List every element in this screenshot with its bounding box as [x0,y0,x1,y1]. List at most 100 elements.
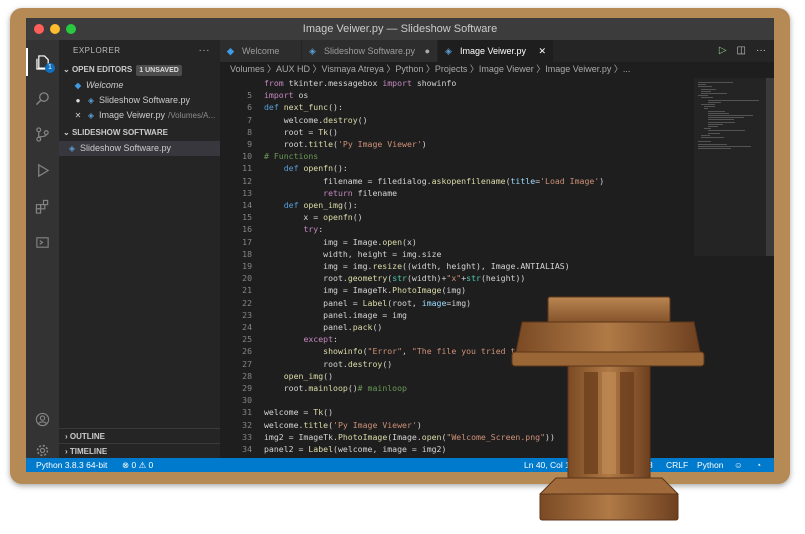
code-line[interactable]: try: [264,224,323,234]
code-line[interactable]: panel.pack() [264,322,382,332]
tab-label: Slideshow Software.py [324,46,416,56]
account-icon[interactable] [26,405,59,433]
code-line[interactable]: welcome.destroy() [264,115,368,125]
code-line[interactable]: from tkinter.messagebox import showinfo [264,78,456,88]
code-line[interactable]: # Functions [264,151,318,161]
code-line[interactable]: panel = Label(root, image=img) [264,298,471,308]
code-line[interactable]: def next_func(): [264,102,343,112]
minimize-window-button[interactable] [50,24,60,34]
minimap-line [707,130,746,132]
minimap-line [707,101,722,103]
vertical-scrollbar[interactable] [766,78,774,256]
tab-label: Welcome [242,46,280,56]
minimap-line [701,97,713,99]
extensions-icon[interactable] [26,192,59,220]
code-line[interactable]: width, height = img.size [264,249,441,259]
explorer-icon[interactable]: 1 [26,48,59,76]
window-title: Image Veiwer.py — Slideshow Software [302,23,498,35]
breadcrumb[interactable]: Volumes 〉AUX HD 〉Vismaya Atreya 〉Python … [220,62,774,76]
encoding-indicator[interactable]: 8 [648,458,653,472]
python-interpreter[interactable]: Python 3.8.3 64-bit [36,458,107,472]
tab-welcome[interactable]: ◆ Welcome [220,40,302,62]
open-editor-image-viewer[interactable]: ✕ ◈ Image Veiwer.py/Volumes/A... [59,108,220,123]
line-number: 24 [242,322,252,332]
line-number: 27 [242,358,252,369]
code-line[interactable]: img = img.resize((width, height), Image.… [264,261,570,271]
code-line[interactable]: open_img() [264,371,333,381]
minimap-line [698,86,713,88]
language-mode[interactable]: Python [697,458,723,472]
cursor-position[interactable]: Ln 40, Col 1 [524,458,570,472]
feedback-icon[interactable]: ☺ [734,458,743,472]
line-number: 32 [242,419,252,430]
close-tab-icon[interactable]: ✕ [538,40,546,62]
code-line[interactable]: def open_img(): [264,200,358,210]
code-line[interactable]: root.mainloop()# mainloop [264,383,407,393]
line-number: 22 [242,297,252,308]
source-control-icon[interactable] [26,120,59,148]
code-line[interactable]: welcome.title('Py Image Viewer') [264,420,422,430]
open-editor-label: Welcome [86,80,124,90]
tab-image-veiwer[interactable]: ◈ Image Veiwer.py ✕ [438,40,554,62]
project-file-slideshow[interactable]: ◈ Slideshow Software.py [59,141,220,156]
code-line[interactable]: img = Image.open(x) [264,237,417,247]
problems-indicator[interactable]: ⊗ 0 ⚠ 0 [122,458,153,472]
minimap[interactable] [694,78,766,256]
vscode-icon: ◆ [74,81,82,90]
search-icon[interactable] [26,84,59,112]
minimap-line [701,137,724,138]
python-file-icon: ◈ [445,46,452,56]
minimap-line [704,128,711,130]
vscode-icon: ◆ [227,46,234,56]
close-window-button[interactable] [34,24,44,34]
more-actions-icon[interactable]: ··· [199,40,211,62]
run-debug-icon[interactable] [26,156,59,184]
code-line[interactable]: root.title('Py Image Viewer') [264,139,427,149]
close-icon[interactable]: ✕ [73,108,83,123]
code-line[interactable]: root.geometry(str(width)+"x"+str(height)… [264,273,525,283]
project-section[interactable]: ⌄ SLIDESHOW SOFTWARE [59,125,220,141]
code-line[interactable]: except: [264,334,338,344]
code-line[interactable]: x = openfn() [264,212,362,222]
minimap-line [698,141,711,143]
code-line[interactable]: showinfo("Error", "The file you tried to… [264,346,530,356]
minimap-line [701,104,715,105]
code-line[interactable]: filename = filedialog.askopenfilename(ti… [264,176,604,186]
line-number: 28 [242,370,252,381]
code-line[interactable]: root.destroy() [264,359,392,369]
code-line[interactable]: img2 = ImageTk.PhotoImage(Image.open("We… [264,432,555,442]
code-line[interactable]: import os [264,90,308,100]
timeline-section[interactable]: › TIMELINE [59,443,220,458]
line-number: 26 [242,346,252,357]
code-line[interactable]: panel2 = Label(welcome, image = img2) [264,444,446,454]
open-editors-section[interactable]: ⌄ OPEN EDITORS 1 UNSAVED [59,62,220,78]
notifications-bell-icon[interactable]: ◔ [756,458,761,472]
code-line[interactable]: welcome = Tk() [264,407,333,417]
editor-area: ◆ Welcome ◈ Slideshow Software.py ● ◈ Image … [220,40,774,458]
title-bar: Image Veiwer.py — Slideshow Software [26,18,774,40]
code-line[interactable]: img = ImageTk.PhotoImage(img) [264,285,466,295]
run-python-icon[interactable]: ▷ [719,40,727,62]
unsaved-dot-icon[interactable]: ● [425,40,430,62]
code-line[interactable]: root = Tk() [264,127,338,137]
minimap-line [704,106,716,108]
editor-actions: ▷ ◫ ··· [719,40,766,62]
minimap-line [698,143,727,145]
outline-label: OUTLINE [69,432,105,441]
open-editor-welcome[interactable]: ◆ Welcome [59,78,220,93]
code-line[interactable]: return filename [264,188,397,198]
code-line[interactable]: def openfn(): [264,163,348,173]
code-editor[interactable]: from tkinter.messagebox import showinfo 5… [220,78,694,458]
minimap-line [707,117,745,119]
tab-slideshow-software[interactable]: ◈ Slideshow Software.py ● [302,40,438,62]
eol-indicator[interactable]: CRLF [666,458,688,472]
more-actions-icon[interactable]: ··· [756,40,766,62]
code-line[interactable]: panel.image = img [264,310,407,320]
split-editor-icon[interactable]: ◫ [737,40,746,62]
outline-section[interactable]: › OUTLINE [59,428,220,443]
zoom-window-button[interactable] [66,24,76,34]
open-editor-slideshow[interactable]: ● ◈ Slideshow Software.py [59,93,220,108]
chevron-down-icon: ⌄ [63,128,72,137]
remote-explorer-icon[interactable] [26,228,59,256]
line-number: 15 [242,212,252,223]
